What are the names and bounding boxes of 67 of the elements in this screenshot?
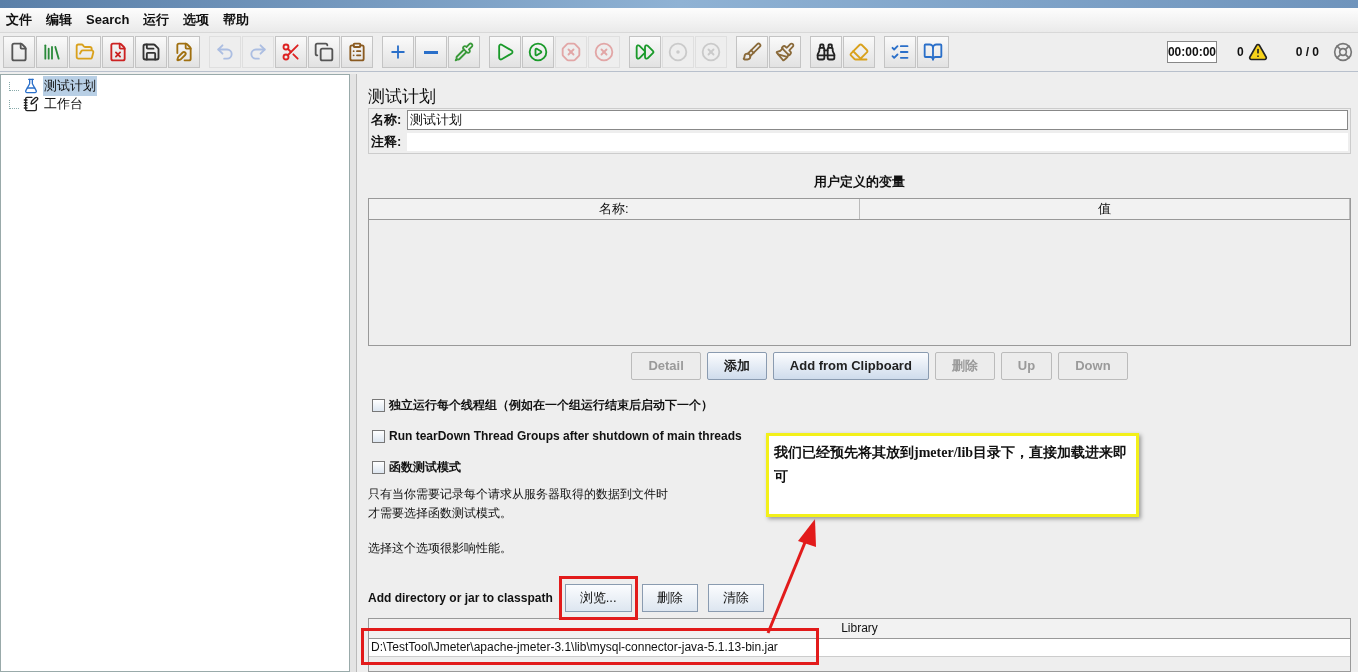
books-icon [42,42,62,62]
column-header[interactable]: 名称: [369,198,860,219]
button[interactable]: 浏览... [564,583,632,612]
toolbar-button[interactable] [3,36,35,68]
button[interactable]: Add from Clipboard [772,351,929,380]
button[interactable]: 添加 [706,351,767,380]
hint-text: 选择这个选项很影响性能。 [368,539,513,557]
elapsed-time: 00:00:00 [1166,41,1217,63]
field-label: 注释: [371,133,402,152]
toolbar-button[interactable] [810,36,842,68]
field-label: 名称: [371,111,402,130]
error-count: 0 [1236,44,1244,61]
list-icon [890,42,910,62]
hint-text: 才需要选择函数测试模式。 [368,504,513,522]
help-book-icon [923,42,943,62]
clipboard-icon [347,42,367,62]
column-header[interactable]: Library [369,618,1350,639]
redo-icon [248,42,268,62]
status-icon [1333,42,1353,62]
binoculars-icon [816,42,836,62]
menu-item[interactable]: 选项 [183,10,210,30]
warning-icon [1247,42,1268,62]
undo-icon [215,42,235,62]
column-header[interactable]: 值 [859,198,1350,219]
checkbox[interactable] [372,460,385,474]
menu-item[interactable]: 帮助 [223,10,250,30]
section-title: 用户定义的变量 [813,173,906,191]
tree-item[interactable]: 测试计划 [43,76,97,96]
checkbox-label[interactable]: 函数测试模式 [389,458,461,476]
save-icon [141,42,161,62]
menu-item[interactable]: 编辑 [46,10,72,30]
checkbox[interactable] [372,429,385,443]
pencil-icon [174,42,194,62]
plus-icon [388,42,408,62]
remote-shutdown-icon [701,42,721,62]
play-no-pause-icon [528,42,548,62]
name-field[interactable]: 测试计划 [407,110,1348,130]
toolbar-button[interactable] [135,36,167,68]
menu-item[interactable]: 文件 [6,10,32,30]
close-file-icon [108,42,128,62]
remote-start-icon [635,42,655,62]
notepad-icon [23,96,39,112]
play-icon [495,42,515,62]
flask-icon [23,78,39,94]
stop-icon [561,42,581,62]
tree-item[interactable]: 工作台 [43,94,84,114]
panel-title: 测试计划 [368,86,437,108]
scissors-icon [281,42,301,62]
classpath-label: Add directory or jar to classpath [368,589,553,607]
toolbar-button[interactable] [308,36,340,68]
copy-icon [314,42,334,62]
thread-count: 0 / 0 [1295,44,1319,61]
checkbox[interactable] [372,398,385,412]
remote-stop-icon [668,42,688,62]
callout-text: 我们已经预先将其放到jmeter/lib目录下，直接加载进来即可 [774,445,1128,484]
hint-text: 只有当你需要记录每个请求从服务器取得的数据到文件时 [368,485,669,503]
shutdown-icon [594,42,614,62]
checkbox-label[interactable]: Run tearDown Thread Groups after shutdown of main threads [389,427,742,445]
menu-item[interactable]: 运行 [143,10,170,30]
button[interactable]: 删除 [641,583,698,612]
folder-icon [75,42,95,62]
button[interactable]: 清除 [707,583,764,612]
menu-item[interactable]: Search [86,10,130,30]
minus-icon [424,50,438,54]
new-file-icon [9,42,29,62]
checkbox-label[interactable]: 独立运行每个线程组（例如在一个组运行结束后启动下一个） [389,396,713,414]
pipette-icon [454,42,474,62]
